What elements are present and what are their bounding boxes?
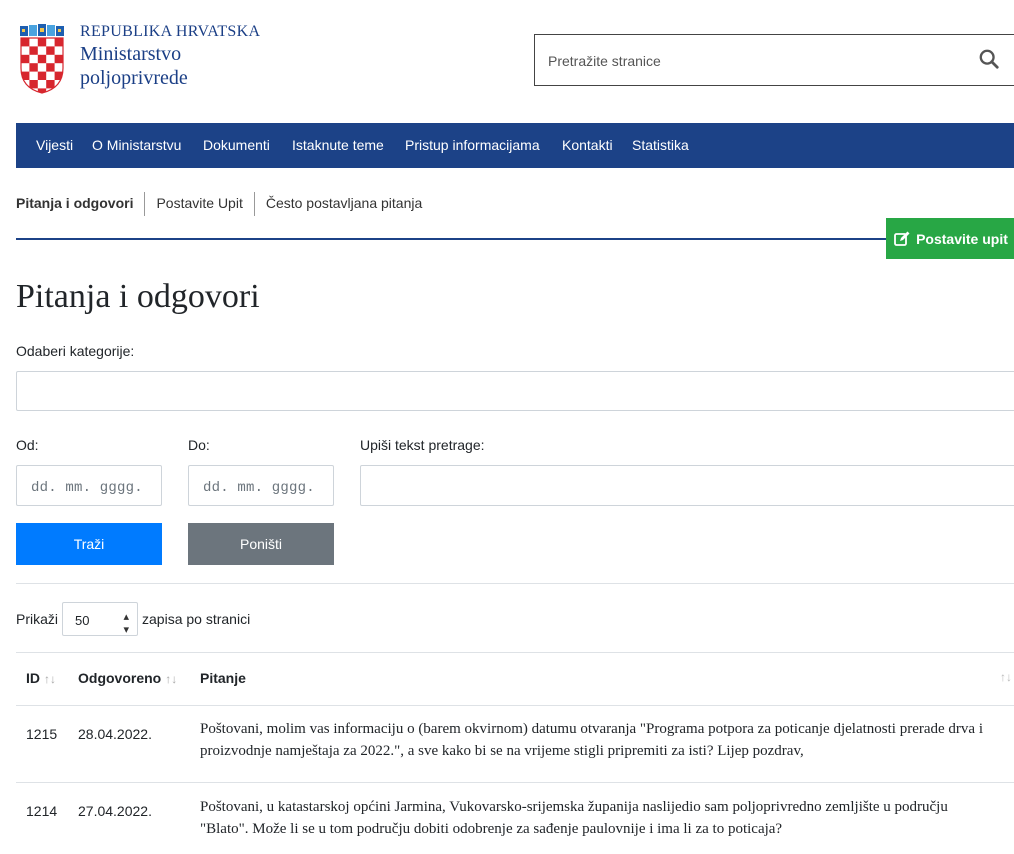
subnav-divider — [144, 192, 146, 216]
subnav-divider — [253, 192, 255, 216]
to-date-label: Do: — [188, 437, 210, 453]
sort-icon[interactable]: ↑↓ — [1000, 670, 1012, 684]
search-icon[interactable] — [978, 48, 1000, 70]
to-date-input[interactable]: dd. mm. gggg. — [188, 465, 334, 506]
from-date-placeholder: dd. mm. gggg. — [31, 480, 143, 496]
category-label: Odaberi kategorije: — [16, 343, 135, 359]
postavite-upit-label: Postavite upit — [916, 230, 1008, 247]
sort-icon: ↑↓ — [44, 672, 56, 686]
ministry-name-line2: poljoprivrede — [80, 67, 188, 89]
nav-item-o-ministarstvu[interactable]: O Ministarstvu — [92, 137, 181, 153]
column-header-odgovoreno-label: Odgovoreno — [78, 670, 162, 686]
table-row-date: 28.04.2022. — [78, 726, 152, 742]
republic-name: REPUBLIKA HRVATSKA — [80, 23, 261, 40]
site-search-input[interactable]: Pretražite stranice — [534, 34, 1014, 86]
postavite-upit-button[interactable]: Postavite upit — [886, 218, 1014, 259]
subnav-item-postavite-upit[interactable]: Postavite Upit — [156, 195, 242, 211]
page-length-value: 50 — [75, 613, 90, 628]
page-length-control: Prikaži 50 ▴ ▾ zapisa po stranici — [16, 602, 250, 636]
site-header: REPUBLIKA HRVATSKA Ministarstvo poljopri… — [0, 0, 1014, 120]
subnav-item-cesto-postavljana-pitanja[interactable]: Često postavljana pitanja — [266, 195, 422, 211]
ministry-brand[interactable]: REPUBLIKA HRVATSKA Ministarstvo poljopri… — [80, 22, 260, 90]
filters-divider — [16, 583, 1014, 584]
from-date-input[interactable]: dd. mm. gggg. — [16, 465, 162, 506]
coat-of-arms-icon — [20, 24, 64, 94]
section-subnav: Pitanja i odgovori Postavite Upit Često po… — [16, 192, 422, 220]
page-title: Pitanja i odgovori — [16, 278, 260, 315]
subnav-item-pitanja-i-odgovori[interactable]: Pitanja i odgovori — [16, 195, 133, 211]
column-header-pitanje-label: Pitanje — [200, 670, 246, 686]
chevron-updown-icon: ▴ ▾ — [123, 611, 130, 636]
nav-item-kontakti[interactable]: Kontakti — [562, 137, 613, 153]
column-header-id[interactable]: ID ↑↓ — [26, 670, 56, 686]
page-length-suffix: zapisa po stranici — [142, 611, 251, 627]
main-navigation: Vijesti O Ministarstvu Dokumenti Istaknu… — [16, 123, 1014, 168]
table-header-divider — [16, 705, 1014, 706]
table-row-question[interactable]: Poštovani, u katastarskoj općini Jarmina… — [200, 796, 1000, 840]
table-row-question[interactable]: Poštovani, molim vas informaciju o (bare… — [200, 718, 1000, 762]
search-button[interactable]: Traži — [16, 523, 162, 565]
table-row-date: 27.04.2022. — [78, 803, 152, 819]
table-top-divider — [16, 652, 1014, 653]
reset-button[interactable]: Poništi — [188, 523, 334, 565]
subnav-underline — [16, 238, 886, 240]
sort-icon: ↑↓ — [165, 672, 178, 686]
from-date-label: Od: — [16, 437, 39, 453]
to-date-placeholder: dd. mm. gggg. — [203, 480, 315, 496]
column-header-id-label: ID — [26, 670, 40, 686]
search-text-label: Upiši tekst pretrage: — [360, 437, 485, 453]
search-text-input[interactable] — [360, 465, 1014, 506]
nav-item-vijesti[interactable]: Vijesti — [36, 137, 73, 153]
column-header-odgovoreno[interactable]: Odgovoreno ↑↓ — [78, 670, 177, 686]
page-length-select[interactable]: 50 ▴ ▾ — [62, 602, 139, 636]
nav-item-statistika[interactable]: Statistika — [632, 137, 689, 153]
nav-item-pristup-informacijama[interactable]: Pristup informacijama — [405, 137, 540, 153]
table-row-id: 1214 — [26, 803, 58, 819]
nav-item-dokumenti[interactable]: Dokumenti — [203, 137, 270, 153]
edit-icon — [894, 231, 910, 246]
ministry-name-line1: Ministarstvo — [80, 43, 182, 65]
column-header-pitanje[interactable]: Pitanje — [200, 670, 246, 686]
search-placeholder: Pretražite stranice — [548, 53, 661, 69]
table-row-id: 1215 — [26, 726, 58, 742]
category-select[interactable] — [16, 371, 1014, 411]
page-length-prefix: Prikaži — [16, 611, 59, 627]
nav-item-istaknute-teme[interactable]: Istaknute teme — [292, 137, 384, 153]
table-row-divider — [16, 782, 1014, 783]
